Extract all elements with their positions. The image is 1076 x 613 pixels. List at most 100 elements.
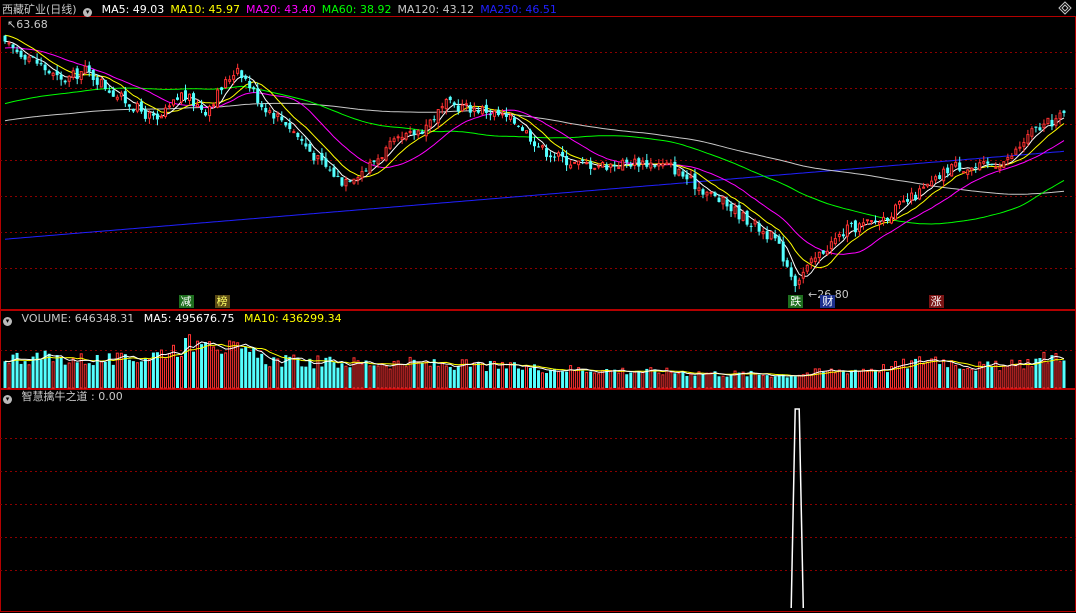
indicator-toggle-icon[interactable]: ▾ [3,395,12,404]
volume-bar-7 [31,356,35,388]
candle-body-227 [914,194,918,200]
indicator-title: 智慧擒牛之道 : 0.00 [21,390,123,403]
candle-body-15 [63,80,67,83]
candle-body-100 [404,132,408,140]
volume-bar-105 [424,361,428,389]
volume-bar-117 [472,362,476,389]
candle-body-250 [1006,157,1010,161]
candle-body-149 [601,161,605,168]
volume-bar-71 [288,356,292,388]
volume-bar-12 [51,361,55,389]
candle-body-114 [460,104,464,112]
signal-marker-1[interactable]: 榜 [214,295,230,308]
candle-body-185 [745,210,749,225]
candle-body-180 [725,199,729,207]
volume-bar-239 [962,369,966,389]
candle-body-252 [1014,148,1018,155]
candle-body-157 [633,158,637,166]
volume-bar-64 [260,353,264,388]
volume-bar-142 [573,369,577,389]
volume-bar-211 [849,370,853,388]
candle-body-50 [204,111,208,116]
candle-body-191 [769,231,773,240]
candle-body-202 [813,257,817,262]
volume-bar-136 [549,370,553,388]
candle-body-187 [753,220,757,225]
diamond-icon[interactable] [1058,1,1072,15]
candle-body-131 [528,130,532,142]
candle-body-140 [565,155,569,166]
candle-body-133 [537,146,541,148]
candle-body-61 [248,80,252,89]
volume-bar-138 [557,370,561,389]
candle-body-159 [641,160,645,165]
signal-marker-0[interactable]: 减 [178,295,194,308]
volume-bar-185 [745,376,749,388]
volume-bar-128 [516,368,520,388]
volume-bar-45 [184,338,188,388]
candle-body-105 [424,124,428,137]
candle-body-243 [978,162,982,171]
volume-bar-44 [180,355,184,389]
candle-body-85 [344,178,348,187]
signal-marker-3[interactable]: 财 [820,295,836,308]
volume-bar-170 [685,375,689,388]
candle-body-230 [926,183,930,187]
volume-bar-8 [35,352,39,388]
candle-body-127 [512,117,516,124]
ma5-line [4,40,1065,277]
volume-bar-178 [717,376,721,388]
volume-bar-124 [500,361,504,389]
candle-body-87 [352,178,356,184]
volume-bar-158 [637,371,641,388]
candle-body-99 [400,136,404,140]
candle-body-68 [276,113,280,117]
volume-bar-100 [404,366,408,389]
candle-body-144 [581,159,585,162]
volume-bar-119 [480,362,484,389]
candle-body-255 [1026,134,1030,144]
volume-bar-39 [159,349,163,389]
volume-bar-29 [119,352,123,389]
volume-bar-202 [813,368,817,389]
candle-body-263 [1058,112,1062,120]
legend-toggle-icon[interactable]: ▾ [83,8,93,17]
candle-body-52 [212,104,216,107]
candle-body-79 [320,153,324,161]
volume-title: VOLUME: 646348.31 [21,312,135,325]
candle-body-212 [853,220,857,233]
volume-ma10: MA10: 436299.34 [243,312,342,325]
volume-bar-179 [721,375,725,389]
candle-body-17 [71,70,75,78]
candle-body-14 [59,74,63,80]
candle-body-32 [131,109,135,112]
volume-bar-133 [537,370,541,388]
volume-bar-88 [356,360,360,389]
volume-bar-24 [99,360,103,389]
volume-bar-127 [512,362,516,388]
price-legend: 西藏矿业(日线) ▾ MA5: 49.03 MA10: 45.97 MA20: 43… [2,2,569,18]
candle-body-165 [665,162,669,165]
volume-toggle-icon[interactable]: ▾ [3,317,12,326]
volume-bar-208 [837,369,841,389]
candle-body-76 [308,143,312,152]
candle-body-123 [496,109,500,116]
volume-bar-256 [1030,366,1034,389]
volume-bar-41 [167,353,171,389]
candle-body-241 [970,167,974,171]
signal-marker-2[interactable]: 跌 [788,295,804,308]
candle-body-228 [918,188,922,200]
candle-body-70 [284,122,288,126]
volume-bar-249 [1002,365,1006,389]
candle-body-153 [617,166,621,170]
signal-marker-4[interactable]: 涨 [928,295,944,308]
candle-body-147 [593,167,597,170]
candle-body-214 [861,222,865,226]
candle-body-26 [107,90,111,93]
candle-body-42 [171,99,175,106]
volume-bar-181 [729,374,733,388]
volume-bar-67 [272,357,276,388]
candle-body-193 [777,236,781,244]
volume-bar-163 [657,372,661,389]
volume-bar-187 [753,372,757,389]
